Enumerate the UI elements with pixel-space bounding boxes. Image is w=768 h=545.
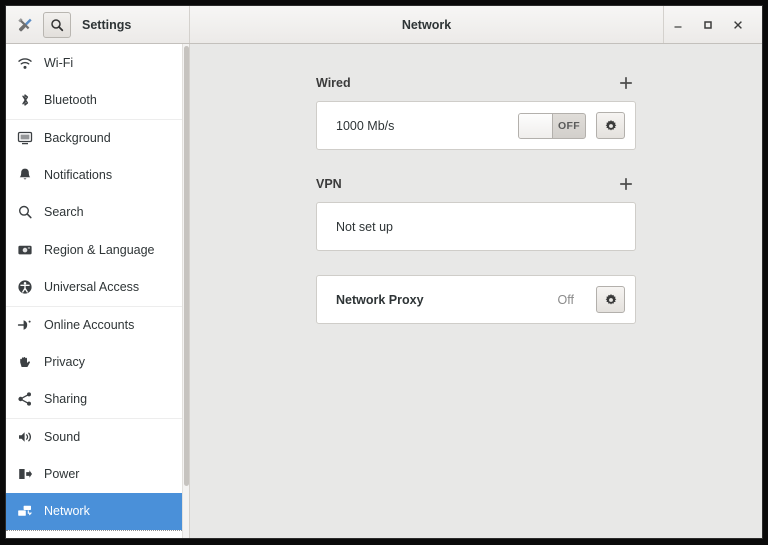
gear-icon [605, 293, 616, 305]
minimize-icon [674, 25, 682, 28]
sidebar-item-sharing[interactable]: Sharing [6, 381, 189, 418]
sidebar-item-label: Wi-Fi [44, 55, 74, 70]
network-icon [16, 503, 33, 520]
sidebar-item-label: Sound [44, 430, 81, 445]
sidebar-item-label: Universal Access [44, 280, 140, 295]
sharing-icon [16, 391, 33, 408]
sidebar-item-bluetooth[interactable]: Bluetooth [6, 81, 189, 118]
sidebar-item-wi-fi[interactable]: Wi-Fi [6, 44, 189, 81]
sidebar-item-universal-access[interactable]: Universal Access [6, 268, 189, 305]
sidebar-item-label: Online Accounts [44, 317, 135, 332]
background-icon [16, 129, 33, 146]
add-vpn-button[interactable] [616, 174, 636, 194]
sidebar-item-power[interactable]: Power [6, 455, 189, 492]
vpn-status-row[interactable]: Not set up [317, 203, 635, 250]
privacy-hand-icon [16, 353, 33, 370]
sidebar-title: Settings [82, 17, 132, 32]
universal-access-icon [16, 279, 33, 296]
window-body: Wi-Fi Bluetooth Background Notifications… [6, 44, 762, 538]
close-button[interactable] [724, 6, 752, 43]
proxy-title-label: Network Proxy [336, 292, 424, 307]
wired-device-row[interactable]: 1000 Mb/s OFF [317, 102, 635, 149]
online-accounts-icon [16, 316, 33, 333]
sidebar-list: Wi-Fi Bluetooth Background Notifications… [6, 44, 189, 531]
search-icon [16, 204, 33, 221]
wired-settings-button[interactable] [596, 112, 625, 139]
maximize-icon [704, 20, 712, 29]
spacer-wired-vpn [316, 150, 636, 173]
sidebar-item-search[interactable]: Search [6, 194, 189, 231]
plus-icon [619, 177, 633, 191]
plus-icon [619, 76, 633, 90]
minimize-button[interactable] [664, 6, 692, 43]
sidebar-item-privacy[interactable]: Privacy [6, 343, 189, 380]
sidebar-item-network[interactable]: Network [6, 492, 189, 531]
search-button[interactable] [43, 11, 71, 38]
proxy-card: Network Proxy Off [316, 275, 636, 324]
bluetooth-icon [16, 92, 33, 109]
network-panel: Wired 1000 Mb/s OFF VPN Not set up Netwo… [190, 44, 762, 538]
wired-toggle-switch[interactable]: OFF [518, 112, 586, 139]
sidebar-scrollbar[interactable] [182, 44, 189, 538]
spacer-vpn-proxy [316, 251, 636, 275]
region-language-icon [16, 241, 33, 258]
sidebar-item-region-language[interactable]: Region & Language [6, 231, 189, 268]
wired-card: 1000 Mb/s OFF [316, 101, 636, 150]
proxy-row[interactable]: Network Proxy Off [317, 276, 635, 323]
bell-icon [16, 166, 33, 183]
sidebar-header: Settings [6, 6, 190, 43]
sidebar-item-label: Notifications [44, 167, 113, 182]
header-bar: Settings Network [6, 6, 762, 44]
search-icon [51, 18, 64, 31]
maximize-button[interactable] [694, 6, 722, 43]
sidebar-scrollbar-thumb[interactable] [184, 46, 189, 486]
settings-window: Settings Network Wi-Fi Bluetooth Backgro… [6, 6, 762, 538]
sound-icon [16, 429, 33, 446]
proxy-settings-button[interactable] [596, 286, 625, 313]
proxy-status-label: Off [557, 292, 574, 307]
close-icon [734, 20, 742, 29]
sidebar-item-label: Sharing [44, 392, 88, 407]
sidebar-item-label: Background [44, 130, 111, 145]
sidebar-item-background[interactable]: Background [6, 118, 189, 156]
settings-sidebar[interactable]: Wi-Fi Bluetooth Background Notifications… [6, 44, 190, 538]
vpn-section-header: VPN [316, 173, 636, 195]
window-controls [663, 6, 762, 43]
sidebar-item-label: Network [44, 504, 90, 519]
sidebar-item-label: Privacy [44, 354, 85, 369]
switch-state-label: OFF [558, 119, 580, 132]
sidebar-item-label: Power [44, 466, 80, 481]
page-title: Network [401, 17, 452, 32]
wifi-icon [16, 54, 33, 71]
sidebar-item-label: Region & Language [44, 242, 155, 257]
power-icon [16, 465, 33, 482]
add-wired-button[interactable] [616, 73, 636, 93]
switch-knob [519, 113, 553, 138]
network-panel-inner: Wired 1000 Mb/s OFF VPN Not set up Netwo… [316, 72, 636, 324]
desktop-background: Settings Network Wi-Fi Bluetooth Backgro… [0, 0, 768, 545]
sidebar-item-label: Bluetooth [44, 93, 97, 108]
gear-icon [605, 119, 616, 131]
wired-section-title: Wired [316, 76, 351, 90]
sidebar-item-label: Search [44, 205, 84, 220]
tools-icon [14, 14, 36, 36]
wired-section-header: Wired [316, 72, 636, 94]
focus-indicator [6, 530, 188, 531]
vpn-card: Not set up [316, 202, 636, 251]
vpn-section-title: VPN [316, 177, 342, 191]
wired-speed-label: 1000 Mb/s [336, 118, 395, 133]
sidebar-item-notifications[interactable]: Notifications [6, 156, 189, 193]
sidebar-item-sound[interactable]: Sound [6, 417, 189, 455]
sidebar-item-online-accounts[interactable]: Online Accounts [6, 305, 189, 343]
vpn-status-label: Not set up [336, 219, 393, 234]
